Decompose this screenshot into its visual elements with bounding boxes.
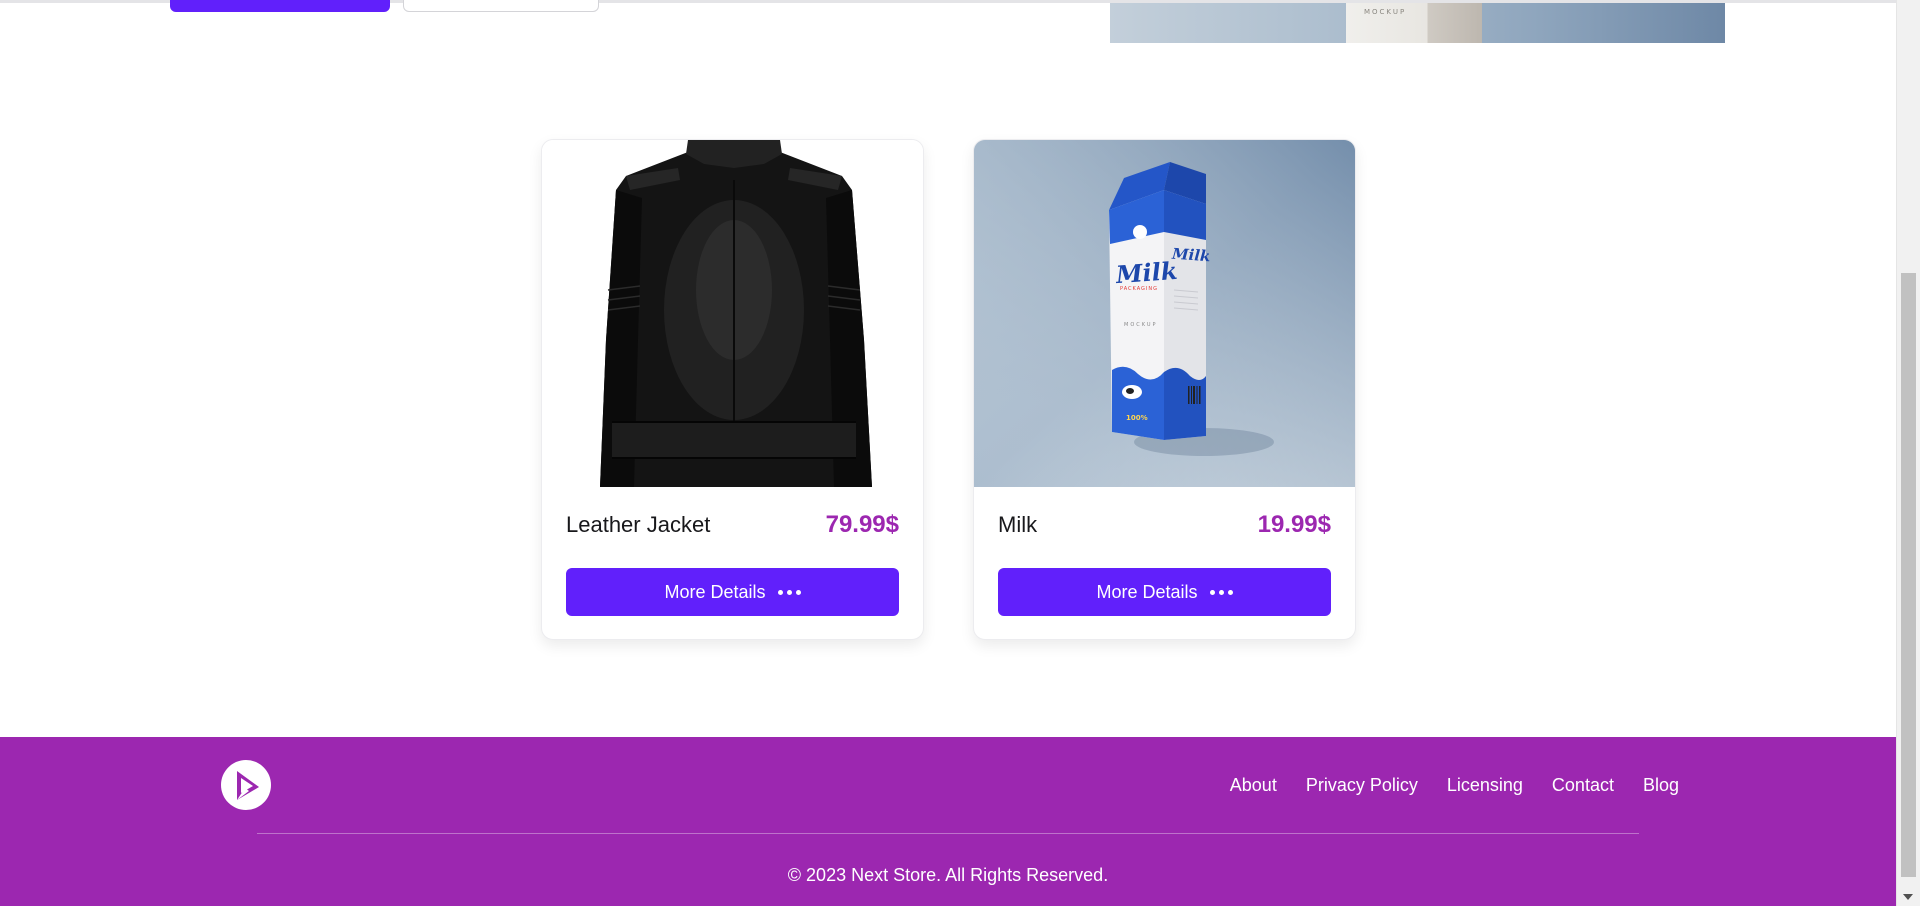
product-name: Milk bbox=[998, 512, 1038, 537]
footer-link-privacy-policy[interactable]: Privacy Policy bbox=[1306, 775, 1418, 796]
carton-brand-text: Milk bbox=[1115, 255, 1179, 290]
more-dots-icon bbox=[1209, 589, 1233, 595]
browser-viewport: MOCKUP Leather Jacket 79.99$ More Detail… bbox=[0, 0, 1920, 906]
more-details-button[interactable]: More Details bbox=[998, 568, 1331, 616]
scroll-down-arrow-icon[interactable] bbox=[1903, 894, 1913, 900]
footer-copyright: © 2023 Next Store. All Rights Reserved. bbox=[787, 865, 1109, 885]
footer-link-blog[interactable]: Blog bbox=[1643, 775, 1679, 796]
site-footer: About Privacy Policy Licensing Contact B… bbox=[0, 737, 1896, 906]
hero-carton-text: MOCKUP bbox=[1364, 8, 1407, 16]
hero-primary-button[interactable] bbox=[170, 0, 390, 12]
product-price: 19.99$ bbox=[1257, 511, 1331, 538]
milk-carton-image bbox=[974, 140, 1355, 487]
hero-carton: MOCKUP bbox=[1346, 3, 1482, 43]
store-logo-icon[interactable] bbox=[221, 760, 271, 810]
carton-side-brand-text: Milk bbox=[1171, 244, 1211, 266]
more-details-label: More Details bbox=[1096, 581, 1198, 602]
hero-secondary-button[interactable] bbox=[403, 0, 599, 12]
product-info: Milk 19.99$ bbox=[998, 504, 1331, 544]
more-details-button[interactable]: More Details bbox=[566, 568, 899, 616]
product-info: Leather Jacket 79.99$ bbox=[566, 504, 899, 544]
product-price: 79.99$ bbox=[825, 511, 899, 538]
page: MOCKUP Leather Jacket 79.99$ More Detail… bbox=[0, 0, 1896, 906]
carton-sub-text: PACKAGING bbox=[1120, 286, 1159, 292]
scrollbar-thumb[interactable] bbox=[1901, 273, 1916, 877]
product-image-milk[interactable]: Milk Milk PACKAGING MOCKUP 100% bbox=[974, 140, 1355, 487]
carton-badge-text: 100% bbox=[1126, 414, 1148, 422]
product-card: Milk Milk PACKAGING MOCKUP 100% Milk 19.… bbox=[973, 139, 1356, 640]
more-dots-icon bbox=[777, 589, 801, 595]
footer-link-contact[interactable]: Contact bbox=[1552, 775, 1614, 796]
product-image-leather-jacket[interactable] bbox=[542, 140, 923, 487]
footer-divider bbox=[257, 833, 1639, 834]
more-details-label: More Details bbox=[664, 581, 766, 602]
product-name: Leather Jacket bbox=[566, 512, 711, 537]
product-card: Leather Jacket 79.99$ More Details bbox=[541, 139, 924, 640]
footer-link-about[interactable]: About bbox=[1230, 775, 1277, 796]
footer-link-licensing[interactable]: Licensing bbox=[1447, 775, 1523, 796]
vertical-scrollbar[interactable] bbox=[1896, 0, 1920, 906]
carton-mid-text: MOCKUP bbox=[1124, 322, 1158, 328]
footer-nav: About Privacy Policy Licensing Contact B… bbox=[1230, 775, 1679, 796]
hero-image: MOCKUP bbox=[1110, 3, 1725, 43]
leather-jacket-image bbox=[542, 140, 923, 487]
